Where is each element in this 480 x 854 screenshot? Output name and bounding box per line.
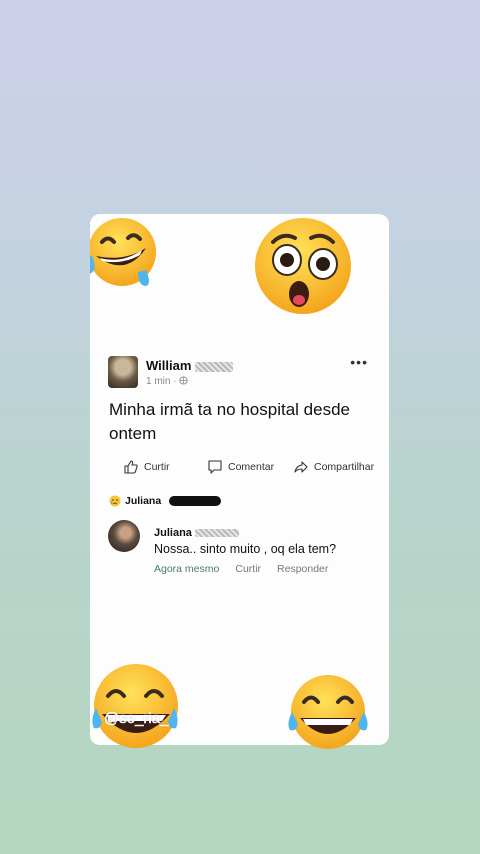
comment-reply-button[interactable]: Responder: [277, 563, 328, 575]
redacted-surname: [169, 496, 222, 506]
commenter-avatar[interactable]: [108, 520, 140, 552]
globe-icon: [179, 376, 188, 385]
commenter-name[interactable]: Juliana: [154, 527, 192, 539]
blurred-commenter-surname: [194, 529, 239, 538]
crying-emoji-icon: [109, 495, 121, 507]
laughing-crying-emoji-icon: [288, 675, 368, 749]
thumbs-up-icon: [124, 460, 138, 474]
post-actions: Curtir Comentar Compartilhar: [90, 459, 389, 479]
more-options-button[interactable]: •••: [350, 354, 368, 370]
share-arrow-icon: [294, 461, 308, 473]
post-time: 1 min: [146, 376, 171, 387]
author-name[interactable]: William: [146, 358, 191, 373]
laughing-crying-emoji-icon: [90, 218, 156, 286]
comment-text: Nossa.. sinto muito , oq ela tem?: [154, 542, 337, 556]
share-button[interactable]: Compartilhar: [293, 459, 374, 475]
post-meta: 1 min ·: [146, 376, 188, 387]
like-label: Curtir: [144, 461, 170, 473]
comment-time: Agora mesmo: [154, 563, 220, 575]
post-text: Minha irmã ta no hospital desde ontem: [109, 400, 350, 443]
commenter-name-row[interactable]: Juliana: [154, 527, 239, 539]
comment-bubble-icon: [208, 460, 222, 474]
reactor-name[interactable]: Juliana: [125, 495, 161, 507]
shocked-emoji-icon: [255, 218, 351, 314]
comment-actions: Agora mesmo Curtir Responder: [154, 563, 328, 575]
watermark: @so_ria_: [104, 710, 169, 728]
author-name-row[interactable]: William: [146, 358, 234, 373]
post-header: William 1 min · •••: [108, 354, 378, 392]
blurred-surname: [195, 361, 234, 372]
author-avatar[interactable]: [108, 356, 138, 388]
comment-button[interactable]: Comentar: [207, 459, 274, 475]
comment-label: Comentar: [228, 461, 275, 473]
laughing-crying-emoji-icon: [92, 664, 178, 748]
share-label: Compartilhar: [314, 461, 375, 473]
reaction-row: Juliana: [109, 494, 222, 508]
comment-like-button[interactable]: Curtir: [235, 563, 261, 575]
like-button[interactable]: Curtir: [123, 459, 170, 475]
